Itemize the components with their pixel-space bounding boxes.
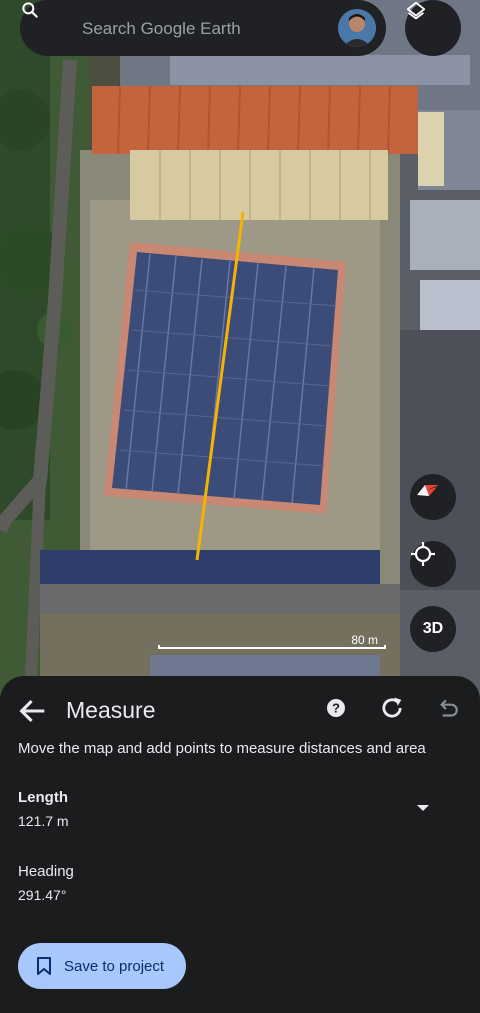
heading-label: Heading xyxy=(18,863,74,880)
svg-text:?: ? xyxy=(332,701,340,716)
chevron-down-icon[interactable] xyxy=(410,798,436,818)
satellite-imagery xyxy=(0,0,480,700)
my-location-button[interactable] xyxy=(410,541,456,587)
layers-icon xyxy=(406,1,426,20)
compass-icon xyxy=(417,485,439,496)
my-location-icon xyxy=(411,542,435,566)
save-to-project-label: Save to project xyxy=(64,957,165,975)
redo-icon[interactable] xyxy=(378,694,406,722)
help-icon[interactable]: ? xyxy=(324,696,348,720)
measure-instruction: Move the map and add points to measure d… xyxy=(18,740,426,757)
search-input[interactable] xyxy=(80,0,324,58)
scale-bar: 80 m xyxy=(158,633,386,651)
compass-button[interactable] xyxy=(410,474,456,520)
back-arrow-icon[interactable] xyxy=(16,694,50,728)
avatar[interactable] xyxy=(338,9,376,47)
length-value: 121.7 m xyxy=(18,813,69,829)
undo-icon[interactable] xyxy=(434,696,460,722)
panel-title: Measure xyxy=(66,697,156,723)
3d-toggle-button[interactable]: 3D xyxy=(410,606,456,652)
heading-value: 291.47° xyxy=(18,887,67,903)
search-bar[interactable] xyxy=(20,0,386,58)
satellite-map[interactable]: 3D 80 m xyxy=(0,0,480,700)
length-label: Length xyxy=(18,789,68,806)
search-icon xyxy=(22,2,38,18)
bookmark-icon xyxy=(37,957,51,975)
layers-button[interactable] xyxy=(405,0,461,56)
scale-bar-line xyxy=(158,645,386,649)
save-to-project-button[interactable]: Save to project xyxy=(18,943,186,989)
measure-panel: Measure ? Move the map and add points to… xyxy=(0,676,480,1013)
avatar-image xyxy=(338,9,376,47)
